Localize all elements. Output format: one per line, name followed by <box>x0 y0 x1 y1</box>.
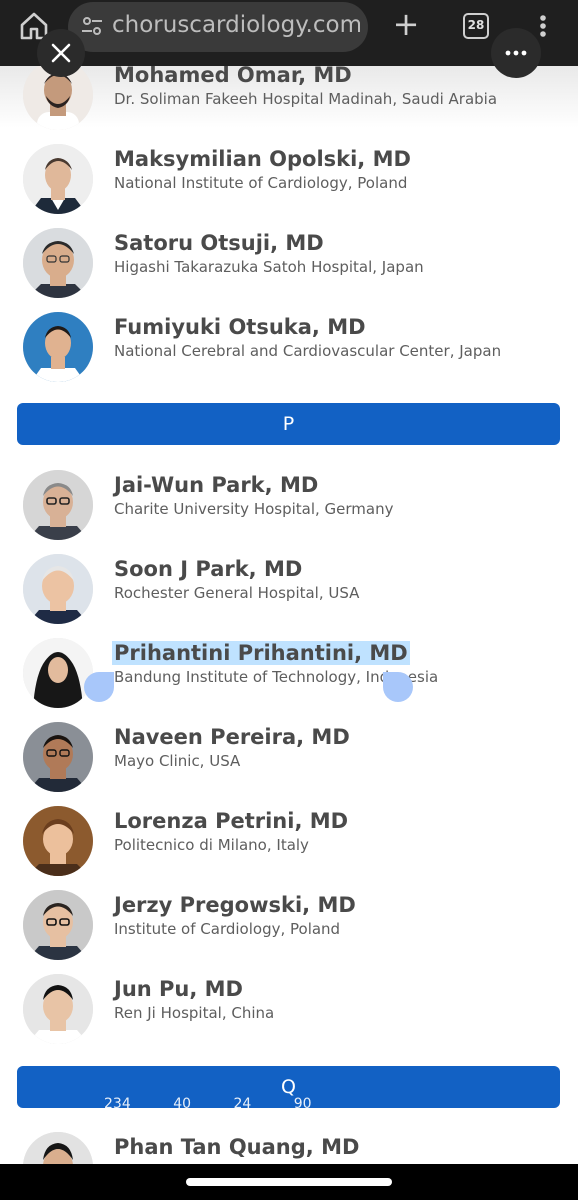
tab-switcher-icon[interactable]: 28 <box>463 13 489 39</box>
close-icon <box>51 43 71 63</box>
shares-count: 90 <box>293 1096 312 1110</box>
list-item[interactable]: Jun Pu, MD Ren Ji Hospital, China <box>0 974 578 1058</box>
person-affiliation: Ren Ji Hospital, China <box>114 1004 275 1022</box>
selection-handle-right[interactable] <box>383 672 413 702</box>
avatar <box>23 144 93 214</box>
avatar <box>23 890 93 960</box>
person-name[interactable]: Fumiyuki Otsuka, MD <box>114 315 366 339</box>
list-item[interactable]: Soon J Park, MD Rochester General Hospit… <box>0 554 578 638</box>
faculty-page: Mohamed Omar, MD Dr. Soliman Fakeeh Hosp… <box>0 66 578 1164</box>
avatar <box>23 554 93 624</box>
url-text[interactable]: choruscardiology.com/Ir <box>112 12 360 38</box>
close-button[interactable] <box>37 29 85 77</box>
avatar <box>23 312 93 382</box>
avatar <box>23 1132 93 1164</box>
person-affiliation: Higashi Takarazuka Satoh Hospital, Japan <box>114 258 424 276</box>
person-name[interactable]: Maksymilian Opolski, MD <box>114 147 411 171</box>
person-affiliation: Charite University Hospital, Germany <box>114 500 394 518</box>
person-name[interactable]: Satoru Otsuji, MD <box>114 231 324 255</box>
person-name[interactable]: Jun Pu, MD <box>114 977 243 1001</box>
person-name[interactable]: Phan Tan Quang, MD <box>114 1135 359 1159</box>
list-item[interactable]: Phan Tan Quang, MD <box>0 1132 578 1164</box>
comments-count: 40 <box>173 1096 192 1110</box>
list-item[interactable]: Maksymilian Opolski, MD National Institu… <box>0 144 578 228</box>
more-horizontal-icon <box>505 50 527 56</box>
selected-text[interactable]: Prihantini Prihantini, MD <box>112 641 410 665</box>
home-gesture-pill[interactable] <box>186 1178 392 1186</box>
person-affiliation: Mayo Clinic, USA <box>114 752 241 770</box>
section-header-p: P <box>17 403 560 445</box>
avatar <box>23 638 93 708</box>
overlay-stats-ghost: 234 40 24 90 <box>104 1096 474 1110</box>
person-name[interactable]: Prihantini Prihantini, MD <box>112 641 410 665</box>
person-affiliation: National Institute of Cardiology, Poland <box>114 174 408 192</box>
person-affiliation: National Cerebral and Cardiovascular Cen… <box>114 342 502 360</box>
person-affiliation: Dr. Soliman Fakeeh Hospital Madinah, Sau… <box>114 90 498 108</box>
avatar <box>23 228 93 298</box>
person-name[interactable]: Lorenza Petrini, MD <box>114 809 348 833</box>
person-name[interactable]: Jai-Wun Park, MD <box>114 473 318 497</box>
person-affiliation: Politecnico di Milano, Italy <box>114 836 309 854</box>
list-item[interactable]: Naveen Pereira, MD Mayo Clinic, USA <box>0 722 578 806</box>
person-name[interactable]: Mohamed Omar, MD <box>114 66 352 87</box>
avatar <box>23 806 93 876</box>
list-item[interactable]: Jerzy Pregowski, MD Institute of Cardiol… <box>0 890 578 974</box>
likes-count: 234 <box>104 1096 131 1110</box>
system-navigation-bar <box>0 1164 578 1200</box>
list-item[interactable]: Lorenza Petrini, MD Politecnico di Milan… <box>0 806 578 890</box>
list-item[interactable]: Jai-Wun Park, MD Charite University Hosp… <box>0 470 578 554</box>
person-name[interactable]: Soon J Park, MD <box>114 557 302 581</box>
person-name[interactable]: Jerzy Pregowski, MD <box>114 893 356 917</box>
person-name[interactable]: Naveen Pereira, MD <box>114 725 350 749</box>
reposts-count: 24 <box>233 1096 252 1110</box>
selection-handle-left[interactable] <box>84 672 114 702</box>
avatar <box>23 974 93 1044</box>
avatar <box>23 722 93 792</box>
list-item[interactable]: Satoru Otsuji, MD Higashi Takarazuka Sat… <box>0 228 578 312</box>
list-item[interactable]: Fumiyuki Otsuka, MD National Cerebral an… <box>0 312 578 396</box>
avatar <box>23 470 93 540</box>
person-affiliation: Rochester General Hospital, USA <box>114 584 360 602</box>
more-button[interactable] <box>491 28 541 78</box>
plus-icon[interactable]: + <box>392 8 420 40</box>
person-affiliation: Institute of Cardiology, Poland <box>114 920 341 938</box>
